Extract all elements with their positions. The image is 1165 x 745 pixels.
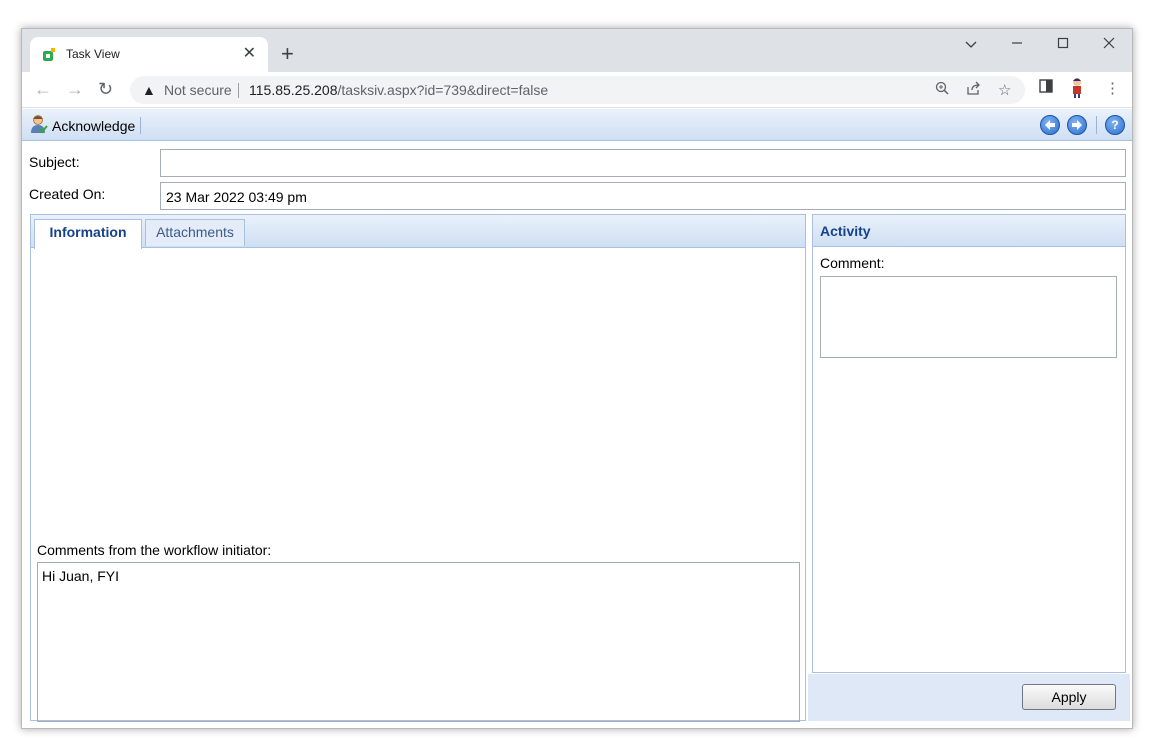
url-text[interactable]: 115.85.25.208/tasksiv.aspx?id=739&direct… [249,82,548,98]
tab-strip: Task View ✕ + [22,29,1132,72]
browser-window: Task View ✕ + ← → ↻ ▲ Not secure 115.85.… [21,28,1133,729]
browser-toolbar: ← → ↻ ▲ Not secure 115.85.25.208/tasksiv… [22,72,1132,108]
toolbar-separator [1096,116,1097,134]
tab-bar: Information Attachments [31,215,805,249]
toolbar-separator [140,117,141,134]
maximize-icon[interactable] [1043,35,1083,55]
address-bar[interactable]: ▲ Not secure 115.85.25.208/tasksiv.aspx?… [130,76,1025,104]
details-tab-panel: Information Attachments Comments from th… [30,214,806,722]
user-check-icon [31,115,48,134]
zoom-icon[interactable] [935,81,949,99]
tab-title: Task View [66,47,120,61]
apply-button[interactable]: Apply [1022,684,1116,710]
activity-footer: Apply [808,674,1130,721]
comment-label: Comment: [820,255,885,271]
tab-close-icon[interactable]: ✕ [243,44,256,64]
subject-label: Subject: [29,154,80,170]
browser-tab[interactable]: Task View ✕ [30,37,268,72]
side-panel-icon[interactable] [1039,79,1053,97]
initiator-comments-field[interactable]: Hi Juan, FYI [37,562,800,722]
activity-header: Activity [813,215,1125,247]
tab-attachments[interactable]: Attachments [145,219,245,246]
forward-icon[interactable]: → [66,78,84,100]
menu-icon[interactable]: ⋮ [1105,79,1120,97]
activity-panel: Activity Comment: [812,214,1126,673]
acknowledge-label: Acknowledge [52,118,136,134]
created-on-label: Created On: [29,186,106,202]
activity-title: Activity [820,223,871,239]
subject-field[interactable] [160,149,1126,177]
action-toolbar: Acknowledge ? [22,109,1132,141]
separator [238,83,239,98]
share-icon[interactable] [966,81,981,99]
minimize-icon[interactable] [997,35,1037,55]
app-favicon-icon [43,48,55,61]
bookmark-star-icon[interactable]: ☆ [998,81,1011,99]
profile-avatar-icon[interactable] [1069,77,1085,103]
close-window-icon[interactable] [1089,35,1129,55]
comment-field[interactable] [820,276,1117,358]
help-icon[interactable]: ? [1105,115,1125,135]
security-label[interactable]: Not secure [164,82,232,98]
reload-icon[interactable]: ↻ [98,78,113,100]
new-tab-icon[interactable]: + [281,43,294,65]
initiator-comments-label: Comments from the workflow initiator: [37,542,272,558]
tab-search-icon[interactable] [951,35,991,55]
previous-task-icon[interactable] [1040,115,1060,135]
back-icon[interactable]: ← [34,78,52,100]
tab-information[interactable]: Information [34,219,142,249]
url-host: 115.85.25.208 [249,82,338,98]
task-view-app: Acknowledge ? Subject: Created On: 23 Ma… [22,109,1132,728]
url-path: /tasksiv.aspx?id=739&direct=false [337,82,549,98]
created-on-field[interactable]: 23 Mar 2022 03:49 pm [160,182,1126,210]
next-task-icon[interactable] [1067,115,1087,135]
warning-icon[interactable]: ▲ [142,82,156,98]
